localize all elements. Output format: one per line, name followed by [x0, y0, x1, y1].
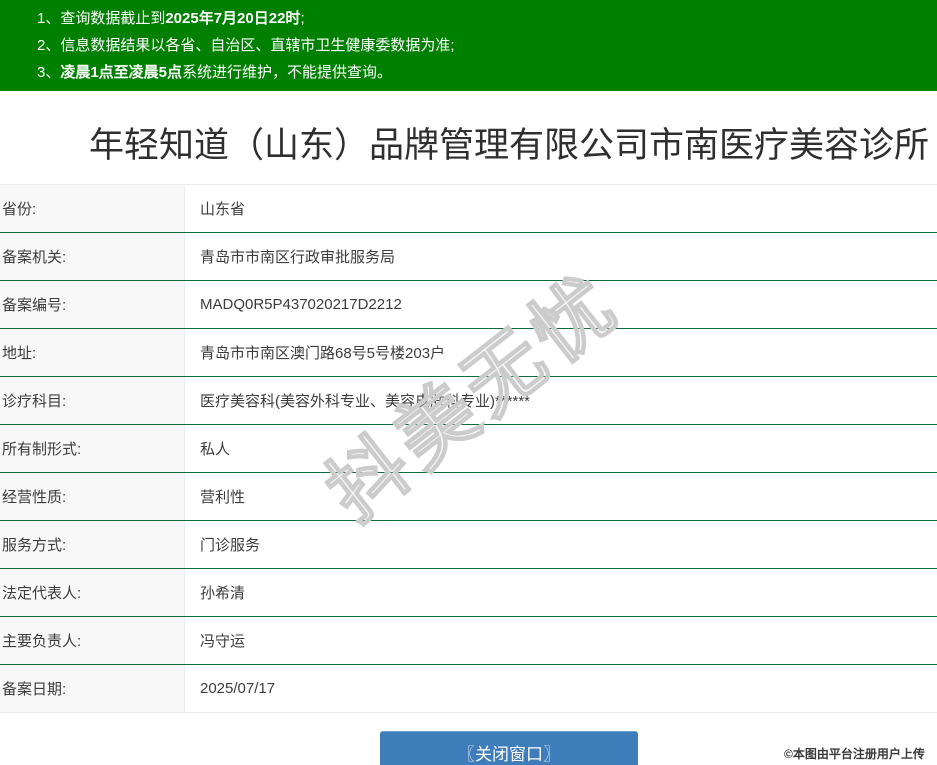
row-value: MADQ0R5P437020217D2212 — [200, 296, 402, 313]
row-label: 诊疗科目: — [0, 377, 185, 424]
notice-line-2-text: 2、信息数据结果以各省、自治区、直辖市卫生健康委数据为准; — [37, 37, 455, 54]
row-label: 省份: — [0, 185, 185, 232]
notice-line-1-tail: ; — [300, 10, 305, 27]
table-row-main-person-in-charge: 主要负责人: 冯守运 — [0, 617, 937, 665]
notice-line-1: 1、查询数据截止到2025年7月20日22时; — [37, 5, 937, 32]
row-value: 冯守运 — [200, 633, 246, 650]
row-label: 备案日期: — [0, 665, 185, 712]
notice-line-3-bold: 凌晨1点至凌晨5点 — [60, 64, 183, 81]
notice-line-3: 3、凌晨1点至凌晨5点系统进行维护，不能提供查询。 — [37, 59, 937, 86]
notice-line-1-bold: 2025年7月20日22时 — [165, 10, 301, 27]
row-value: 青岛市市南区行政审批服务局 — [200, 249, 396, 266]
row-value: 青岛市市南区澳门路68号5号楼203户 — [200, 345, 446, 362]
table-row-service-mode: 服务方式: 门诊服务 — [0, 521, 937, 569]
row-value: 门诊服务 — [200, 537, 261, 554]
table-row-filing-authority: 备案机关: 青岛市市南区行政审批服务局 — [0, 233, 937, 281]
row-value: 私人 — [200, 441, 231, 458]
table-row-province: 省份: 山东省 — [0, 185, 937, 233]
row-label: 所有制形式: — [0, 425, 185, 472]
row-label: 法定代表人: — [0, 569, 185, 616]
row-value: 医疗美容科(美容外科专业、美容皮肤科专业)****** — [200, 393, 531, 410]
table-row-filing-date: 备案日期: 2025/07/17 — [0, 665, 937, 713]
notice-line-3-text: 3、 — [37, 64, 61, 81]
info-table: 省份: 山东省 备案机关: 青岛市市南区行政审批服务局 备案编号: MADQ0R… — [0, 184, 937, 713]
row-value: 2025/07/17 — [200, 680, 276, 697]
table-row-address: 地址: 青岛市市南区澳门路68号5号楼203户 — [0, 329, 937, 377]
table-row-clinical-departments: 诊疗科目: 医疗美容科(美容外科专业、美容皮肤科专业)****** — [0, 377, 937, 425]
notice-line-1-text: 1、查询数据截止到 — [37, 10, 166, 27]
row-label: 备案机关: — [0, 233, 185, 280]
page: 1、查询数据截止到2025年7月20日22时; 2、信息数据结果以各省、自治区、… — [0, 0, 937, 765]
table-row-filing-number: 备案编号: MADQ0R5P437020217D2212 — [0, 281, 937, 329]
table-row-legal-representative: 法定代表人: 孙希清 — [0, 569, 937, 617]
notice-line-2: 2、信息数据结果以各省、自治区、直辖市卫生健康委数据为准; — [37, 32, 937, 59]
row-value: 营利性 — [200, 489, 246, 506]
row-label: 服务方式: — [0, 521, 185, 568]
table-row-operating-nature: 经营性质: 营利性 — [0, 473, 937, 521]
row-label: 主要负责人: — [0, 617, 185, 664]
row-label: 地址: — [0, 329, 185, 376]
notice-line-3-tail: 系统进行维护，不能提供查询。 — [182, 64, 393, 81]
table-row-ownership-form: 所有制形式: 私人 — [0, 425, 937, 473]
upload-attribution: ©本图由平台注册用户上传 — [784, 747, 925, 761]
notice-banner: 1、查询数据截止到2025年7月20日22时; 2、信息数据结果以各省、自治区、… — [0, 0, 937, 91]
page-title: 年轻知道（山东）品牌管理有限公司市南医疗美容诊所 — [88, 126, 929, 165]
row-label: 经营性质: — [0, 473, 185, 520]
row-value: 孙希清 — [200, 585, 246, 602]
row-label: 备案编号: — [0, 281, 185, 328]
close-window-button[interactable]: 〖关闭窗口〗 — [380, 731, 638, 765]
row-value: 山东省 — [200, 201, 246, 218]
